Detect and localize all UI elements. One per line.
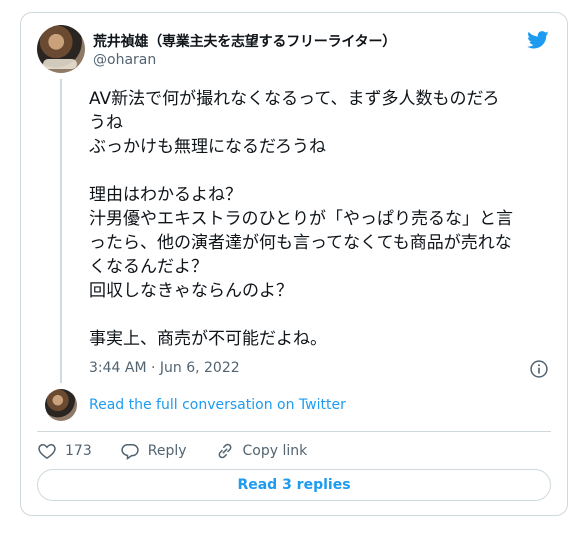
read-full-conversation-link[interactable]: Read the full conversation on Twitter <box>89 397 346 413</box>
tweet-content: AV新法で何が撮れなくなるって、まず多人数ものだろ うね ぶっかけも無理になるだ… <box>89 87 559 351</box>
copy-link-button[interactable]: Copy link <box>215 441 308 461</box>
reply-label: Reply <box>147 443 187 459</box>
action-bar: 173 Reply Copy link <box>37 440 335 462</box>
read-replies-button[interactable]: Read 3 replies <box>37 469 551 501</box>
tweet-text: AV新法で何が撮れなくなるって、まず多人数ものだろ うね ぶっかけも無理になるだ… <box>89 89 513 349</box>
author-name[interactable]: 荒井禎雄（専業主夫を志望するフリーライター） <box>93 31 396 51</box>
like-count: 173 <box>65 443 92 459</box>
info-icon[interactable] <box>529 359 549 379</box>
divider <box>37 431 551 432</box>
tweet-timestamp[interactable]: 3:44 AM · Jun 6, 2022 <box>89 360 240 376</box>
author-avatar[interactable] <box>37 25 85 73</box>
link-icon <box>218 443 231 459</box>
like-button[interactable]: 173 <box>37 441 92 461</box>
reply-button[interactable]: Reply <box>120 441 187 461</box>
tweet-header: 荒井禎雄（専業主夫を志望するフリーライター） @oharan <box>37 25 551 75</box>
thread-line <box>60 79 62 383</box>
copy-link-label: Copy link <box>242 443 308 459</box>
small-avatar[interactable] <box>45 389 77 421</box>
twitter-bird-icon[interactable] <box>525 29 551 51</box>
author-handle[interactable]: @oharan <box>93 52 156 68</box>
heart-icon <box>38 443 56 459</box>
reply-icon <box>121 444 139 460</box>
tweet-card: 荒井禎雄（専業主夫を志望するフリーライター） @oharan AV新法で何が撮れ… <box>20 12 568 516</box>
